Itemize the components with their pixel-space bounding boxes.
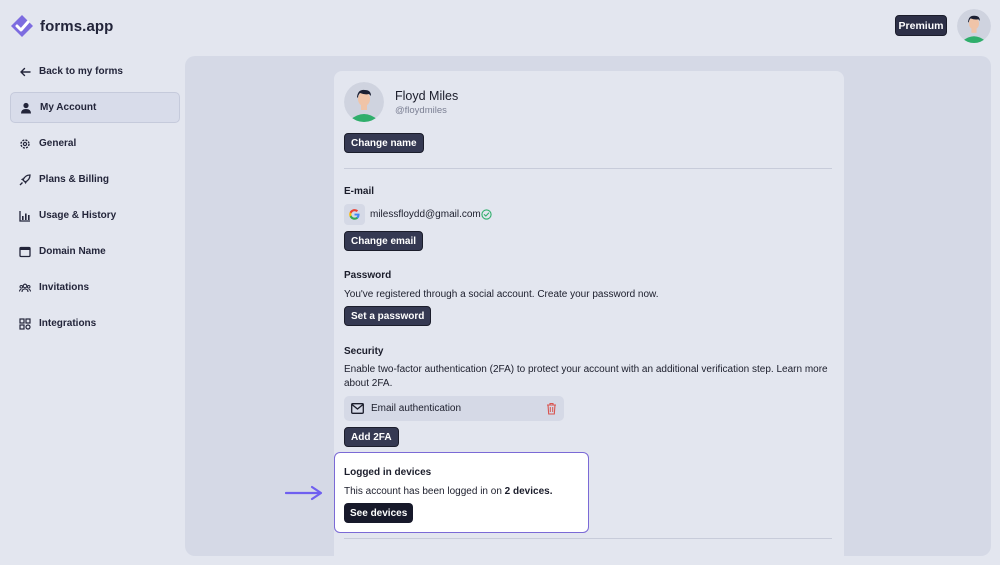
app-logo[interactable]: forms.app bbox=[10, 14, 113, 38]
settings-sidebar: Back to my forms My Account General Plan… bbox=[10, 56, 180, 344]
profile-handle: @floydmiles bbox=[395, 105, 447, 116]
devices-title: Logged in devices bbox=[344, 467, 432, 478]
premium-button[interactable]: Premium bbox=[895, 15, 947, 36]
add-2fa-button[interactable]: Add 2FA bbox=[344, 427, 399, 447]
back-to-forms-link[interactable]: Back to my forms bbox=[10, 56, 180, 87]
logged-in-devices-card: Logged in devices This account has been … bbox=[334, 452, 589, 533]
email-authentication-row: Email authentication bbox=[344, 396, 564, 421]
arrow-left-icon bbox=[19, 66, 31, 78]
google-badge bbox=[344, 204, 365, 225]
sidebar-item-label: Invitations bbox=[39, 282, 90, 293]
password-description: You've registered through a social accou… bbox=[344, 289, 659, 300]
devices-count: 2 devices. bbox=[504, 486, 553, 497]
set-password-button[interactable]: Set a password bbox=[344, 306, 432, 326]
see-devices-button[interactable]: See devices bbox=[344, 503, 414, 523]
change-email-button[interactable]: Change email bbox=[344, 231, 424, 251]
sidebar-item-label: General bbox=[39, 138, 77, 149]
profile-avatar bbox=[344, 82, 384, 122]
window-icon bbox=[19, 246, 31, 258]
forms-app-logo-icon bbox=[11, 15, 33, 37]
gear-icon bbox=[19, 138, 31, 150]
profile-name: Floyd Miles bbox=[395, 89, 459, 103]
grid-icon bbox=[19, 317, 31, 330]
mail-icon bbox=[351, 403, 364, 414]
users-icon bbox=[19, 282, 31, 294]
devices-text: This account has been logged in on 2 dev… bbox=[344, 486, 552, 497]
section-divider bbox=[344, 538, 832, 539]
verified-check-icon bbox=[481, 209, 492, 220]
password-section-title: Password bbox=[344, 270, 392, 281]
sidebar-item-usage-history[interactable]: Usage & History bbox=[10, 200, 180, 231]
sidebar-item-general[interactable]: General bbox=[10, 128, 180, 159]
sidebar-item-integrations[interactable]: Integrations bbox=[10, 308, 180, 339]
trash-icon[interactable] bbox=[546, 402, 557, 415]
email-address: milessfloydd@gmail.com bbox=[370, 209, 481, 220]
sidebar-item-invitations[interactable]: Invitations bbox=[10, 272, 180, 303]
bar-chart-icon bbox=[19, 210, 31, 222]
sidebar-item-my-account[interactable]: My Account bbox=[10, 92, 180, 123]
section-divider bbox=[344, 168, 832, 169]
security-section-title: Security bbox=[344, 346, 384, 357]
sidebar-item-label: Integrations bbox=[39, 318, 97, 329]
sidebar-item-label: My Account bbox=[40, 102, 97, 113]
sidebar-item-label: Domain Name bbox=[39, 246, 106, 257]
back-label: Back to my forms bbox=[39, 66, 123, 77]
pointer-arrow-icon bbox=[285, 485, 323, 501]
logo-text: forms.app bbox=[40, 17, 114, 35]
avatar-illustration-icon bbox=[344, 82, 384, 122]
sidebar-item-domain-name[interactable]: Domain Name bbox=[10, 236, 180, 267]
google-icon bbox=[349, 209, 360, 220]
email-section-title: E-mail bbox=[344, 186, 375, 197]
devices-text-prefix: This account has been logged in on bbox=[344, 486, 502, 497]
rocket-icon bbox=[19, 173, 31, 186]
sidebar-item-label: Usage & History bbox=[39, 210, 117, 221]
avatar-illustration-icon bbox=[957, 9, 991, 43]
security-description-line1: Enable two-factor authentication (2FA) t… bbox=[344, 364, 828, 375]
auth-method-label: Email authentication bbox=[371, 403, 462, 414]
change-name-button[interactable]: Change name bbox=[344, 133, 424, 153]
user-avatar[interactable] bbox=[957, 9, 991, 43]
security-description-line2: about 2FA. bbox=[344, 378, 393, 389]
user-icon bbox=[20, 102, 32, 114]
sidebar-item-plans-billing[interactable]: Plans & Billing bbox=[10, 164, 180, 195]
sidebar-item-label: Plans & Billing bbox=[39, 174, 110, 185]
